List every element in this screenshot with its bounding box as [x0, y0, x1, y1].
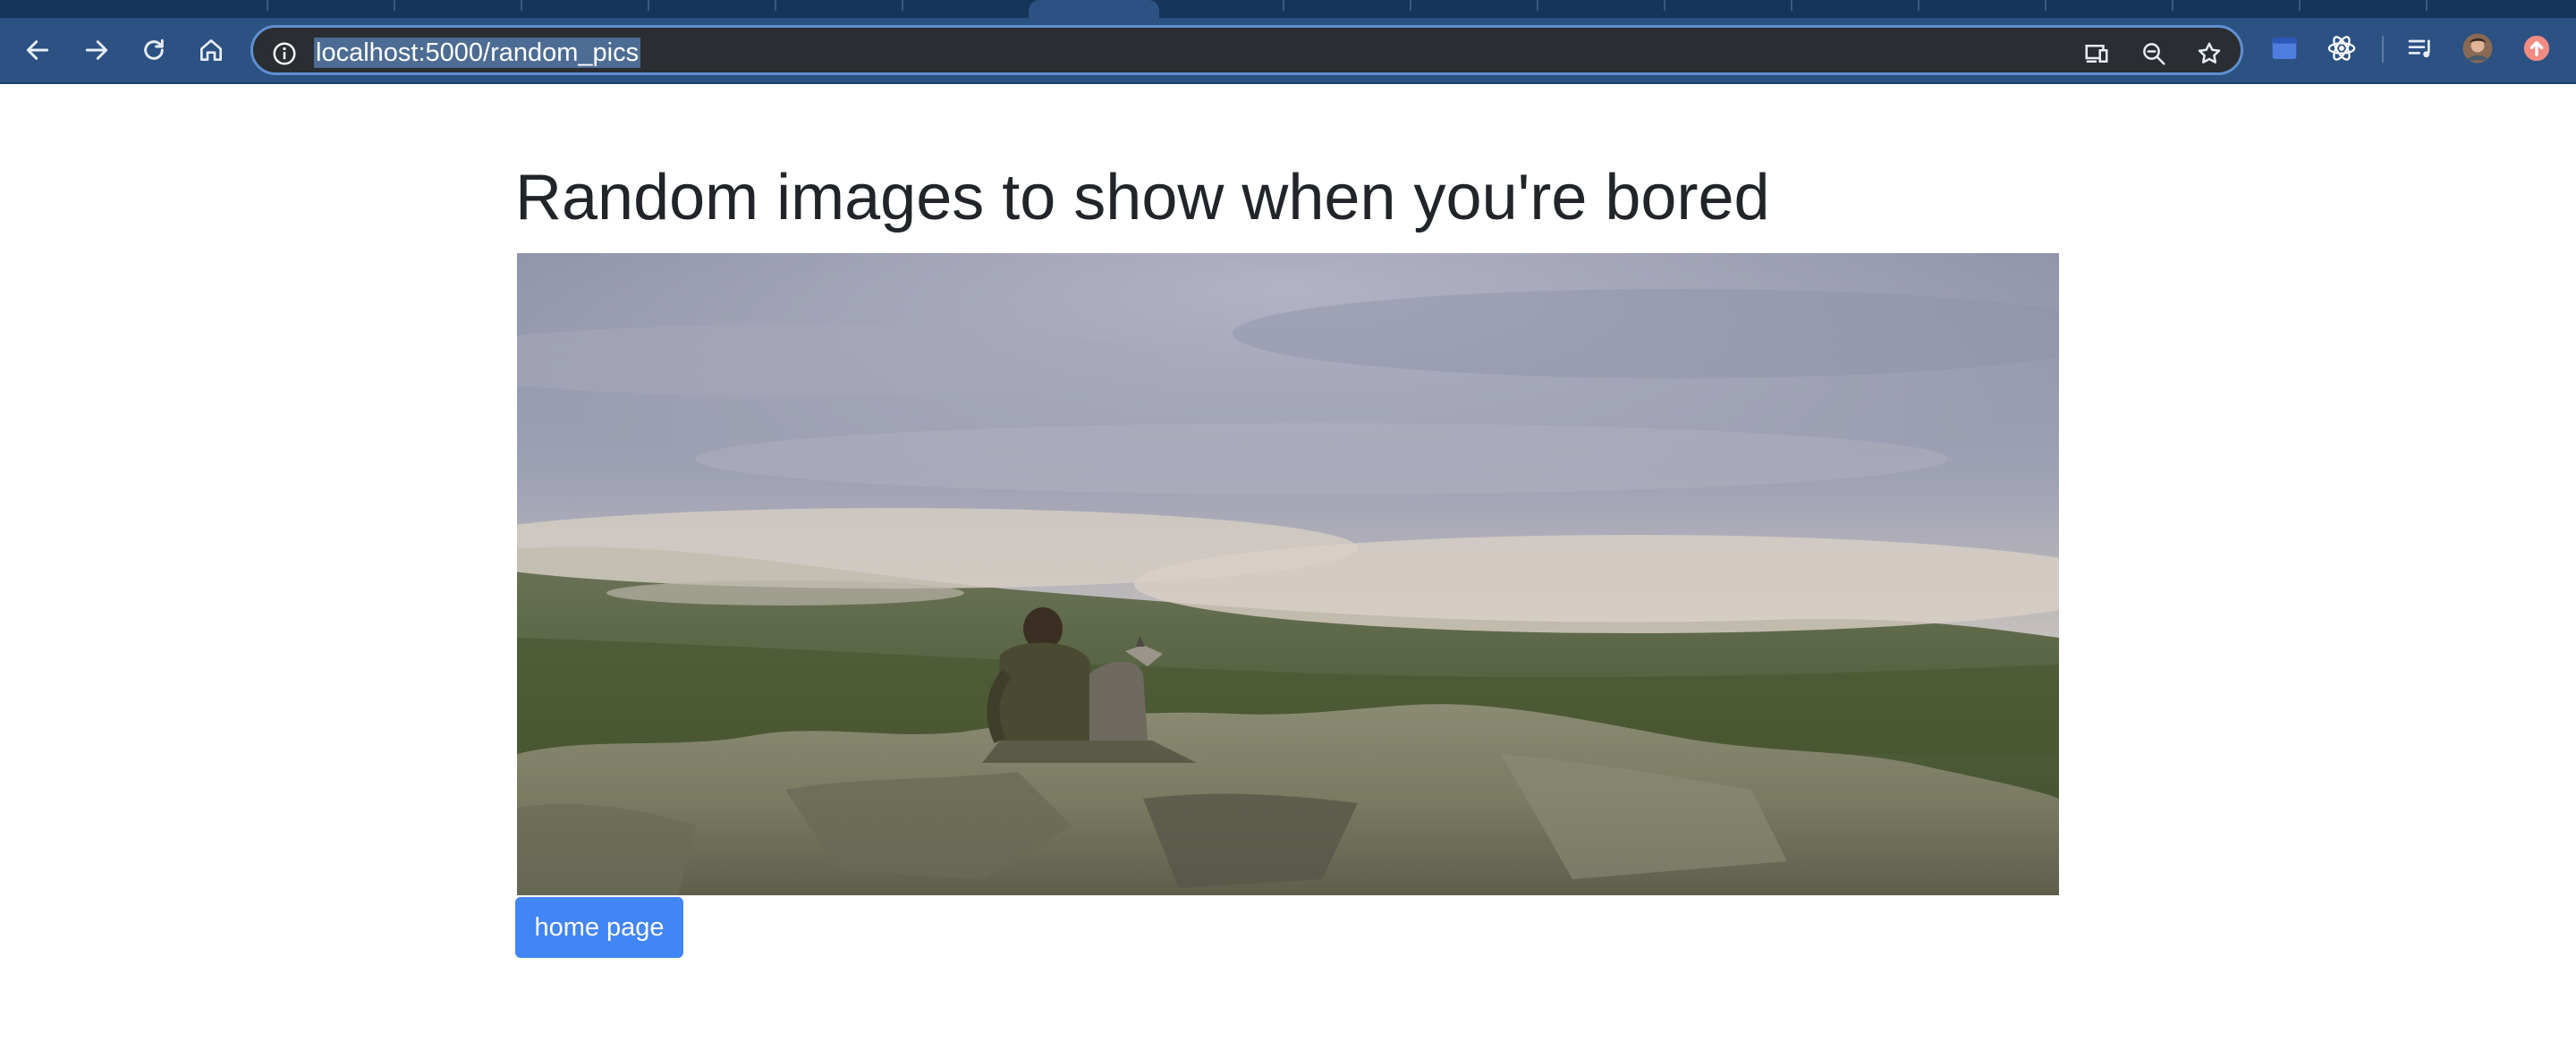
info-icon[interactable] — [271, 40, 298, 67]
tab-separator — [521, 0, 522, 11]
tab-separator — [2299, 0, 2301, 11]
tab-separator — [1664, 0, 1665, 11]
back-arrow-icon — [26, 40, 49, 60]
tab-separator — [1537, 0, 1538, 11]
extension-blue-icon[interactable] — [2268, 32, 2301, 64]
tab-separator — [2426, 0, 2428, 11]
cast-icon[interactable] — [2083, 40, 2110, 67]
home-button[interactable] — [193, 34, 229, 66]
reload-button[interactable] — [136, 34, 172, 66]
toolbar-border — [0, 82, 2576, 84]
media-queue-icon[interactable] — [2404, 32, 2436, 64]
update-icon[interactable] — [2521, 32, 2553, 64]
active-tab[interactable] — [1029, 0, 1159, 18]
toolbar-divider — [2382, 36, 2384, 63]
home-page-button[interactable]: home page — [515, 897, 683, 958]
forward-button[interactable] — [79, 34, 114, 66]
tab-separator — [1410, 0, 1411, 11]
forward-arrow-icon — [85, 40, 108, 60]
tab-separator — [1918, 0, 1919, 11]
home-icon — [200, 39, 222, 61]
tab-separator — [902, 0, 903, 11]
tab-separator — [775, 0, 776, 11]
tab-separator — [2172, 0, 2174, 11]
bookmark-star-icon[interactable] — [2196, 40, 2223, 67]
address-bar[interactable]: localhost:5000/random_pics — [250, 25, 2243, 75]
back-button[interactable] — [20, 34, 55, 66]
reload-icon — [144, 38, 164, 60]
react-devtools-icon[interactable] — [2326, 32, 2358, 64]
zoom-icon[interactable] — [2140, 40, 2167, 67]
page-title: Random images to show when you're bored — [515, 162, 1770, 233]
tab-strip — [0, 0, 2576, 18]
tab-separator — [2045, 0, 2046, 11]
url-text[interactable]: localhost:5000/random_pics — [314, 38, 641, 68]
tab-separator — [1791, 0, 1792, 11]
tab-separator — [267, 0, 268, 11]
tab-separator — [394, 0, 395, 11]
tab-separator — [648, 0, 649, 11]
profile-avatar-icon[interactable] — [2462, 32, 2494, 64]
random-photo — [517, 253, 2059, 895]
tab-separator — [1283, 0, 1284, 11]
